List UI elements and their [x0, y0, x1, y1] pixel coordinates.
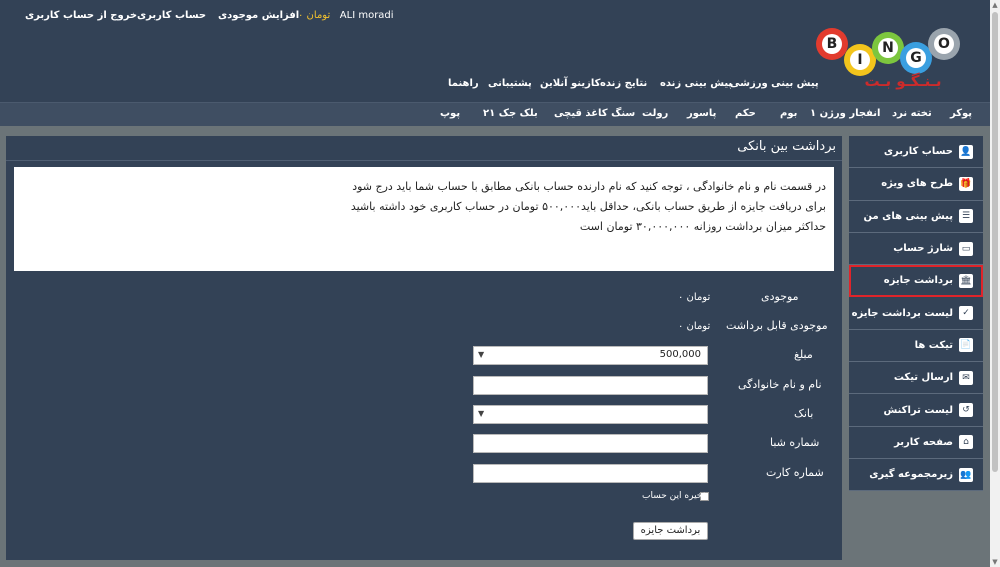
sidebar-item-account[interactable]: حساب کاربری 👤 [849, 136, 983, 169]
sidebar-item-withdraw[interactable]: برداشت جایزه 🏛 [849, 265, 983, 298]
sidebar-item-transactions[interactable]: لیست تراکنش ↺ [849, 394, 983, 427]
bank-label: بانک [794, 407, 814, 420]
scroll-thumb[interactable] [992, 12, 998, 472]
save-account-label: ذخیره این حساب [642, 491, 707, 501]
fullname-input[interactable] [473, 376, 708, 395]
card-number-label: شماره کارت [766, 466, 824, 479]
envelope-open-icon: ✉ [959, 370, 973, 385]
header: خروج از حساب کاربری حساب کاربری افزایش م… [0, 0, 990, 102]
sidebar-item-referrals[interactable]: زیرمجموعه گیری 👥 [849, 458, 983, 492]
username: ALI moradi [339, 10, 394, 21]
logo-ball-o: O [928, 28, 960, 60]
page-title: برداشت بین بانکی [737, 139, 836, 154]
list-icon: ☰ [959, 209, 973, 224]
sidebar-item-withdraw-list[interactable]: لیست برداشت جایزه ✓ [849, 297, 983, 330]
users-icon: 👥 [959, 467, 973, 482]
gift-icon: 🎁 [959, 176, 973, 191]
fullname-label: نام و نام خانوادگی [738, 378, 822, 391]
sheba-label: شماره شبا [770, 436, 820, 449]
game-blackjack[interactable]: بلک جک ۲۱ [483, 108, 538, 119]
notice-line: در قسمت نام و نام خانوادگی ، توجه کنید ک… [352, 180, 826, 193]
game-rock-paper-scissors[interactable]: سنگ کاغذ قیچی [554, 108, 635, 119]
scroll-down-icon[interactable]: ▼ [991, 558, 999, 566]
logo-ball-b: B [816, 28, 848, 60]
withdrawable-value: تومان ۰ [678, 321, 711, 332]
notice-box: در قسمت نام و نام خانوادگی ، توجه کنید ک… [14, 167, 834, 271]
logo-ball-g: G [900, 42, 932, 74]
header-balance: تومان ۰ [298, 10, 331, 21]
sheba-input[interactable] [473, 434, 708, 453]
sidebar-item-user-page[interactable]: صفحه کاربر ⌂ [849, 426, 983, 459]
balance-label: موجودی [761, 290, 799, 303]
game-roulette[interactable]: رولت [642, 108, 668, 119]
withdraw-panel: برداشت بین بانکی در قسمت نام و نام خانوا… [6, 136, 842, 560]
sidebar-item-my-predictions[interactable]: پیش بینی های من ☰ [849, 200, 983, 233]
logo-subtitle: بـنـگـو بـت [864, 72, 942, 90]
sidebar-item-charge[interactable]: شارژ حساب ▭ [849, 232, 983, 266]
amount-select[interactable]: 500,000 ▼ [473, 346, 708, 365]
scroll-up-icon[interactable]: ▲ [991, 1, 999, 9]
user-icon: 👤 [959, 144, 973, 159]
notice-line: برای دریافت جایزه از طریق حساب بانکی، حد… [350, 200, 826, 213]
sidebar-item-send-ticket[interactable]: ارسال تیکت ✉ [849, 362, 983, 395]
nav-help[interactable]: راهنما [448, 78, 479, 89]
sidebar-item-special-plans[interactable]: طرح های ویژه 🎁 [849, 168, 983, 201]
deposit-link[interactable]: افزایش موجودی [218, 10, 299, 21]
file-icon: 📄 [959, 338, 973, 353]
sidebar-item-tickets[interactable]: تیکت ها 📄 [849, 329, 983, 363]
credit-card-icon: ▭ [959, 241, 973, 256]
nav-sports-prediction[interactable]: پیش بینی ورزشی [730, 78, 819, 89]
nav-live-prediction[interactable]: پیش بینی زنده [660, 78, 732, 89]
withdraw-button[interactable]: برداشت جایزه [633, 522, 708, 540]
game-boom[interactable]: بوم [780, 108, 797, 119]
home-icon: ⌂ [959, 435, 973, 450]
bank-icon: 🏛 [959, 273, 973, 288]
user-info: تومان ۰ ALI moradi [298, 10, 394, 21]
nav-live-results[interactable]: نتایج زنده [600, 78, 647, 89]
withdrawable-label: موجودی قابل برداشت [726, 319, 828, 332]
account-sidebar: حساب کاربری 👤 طرح های ویژه 🎁 پیش بینی های … [849, 136, 983, 492]
balance-value: تومان ۰ [678, 292, 711, 303]
game-poker[interactable]: پوکر [950, 108, 972, 119]
logout-link[interactable]: خروج از حساب کاربری [25, 10, 137, 21]
chevron-down-icon: ▼ [478, 350, 485, 359]
card-number-input[interactable] [473, 464, 708, 483]
game-pasur[interactable]: پاسور [687, 108, 716, 119]
game-backgammon[interactable]: تخته نرد [892, 108, 932, 119]
game-hokm[interactable]: حکم [735, 108, 756, 119]
amount-label: مبلغ [794, 348, 813, 361]
divider [6, 160, 842, 161]
game-nav: پوکر تخته نرد انفجار ورژن ۱ بوم حکم پاسو… [0, 102, 990, 126]
bank-select[interactable]: ▼ [473, 405, 708, 424]
page-scrollbar[interactable]: ▲ ▼ [990, 0, 1000, 567]
logo[interactable]: B I N G O بـنـگـو بـت [812, 22, 972, 94]
nav-support[interactable]: پشتیبانی [488, 78, 532, 89]
game-crash[interactable]: انفجار ورژن ۱ [810, 108, 880, 119]
account-link[interactable]: حساب کاربری [137, 10, 206, 21]
chevron-down-icon: ▼ [478, 409, 485, 418]
game-pop[interactable]: پوپ [440, 108, 460, 119]
history-icon: ↺ [959, 403, 973, 418]
calendar-check-icon: ✓ [959, 306, 973, 321]
notice-line: حداکثر میزان برداشت روزانه ۳۰,۰۰۰,۰۰۰ تو… [579, 220, 826, 233]
nav-online-casino[interactable]: کازینو آنلاین [540, 78, 600, 89]
